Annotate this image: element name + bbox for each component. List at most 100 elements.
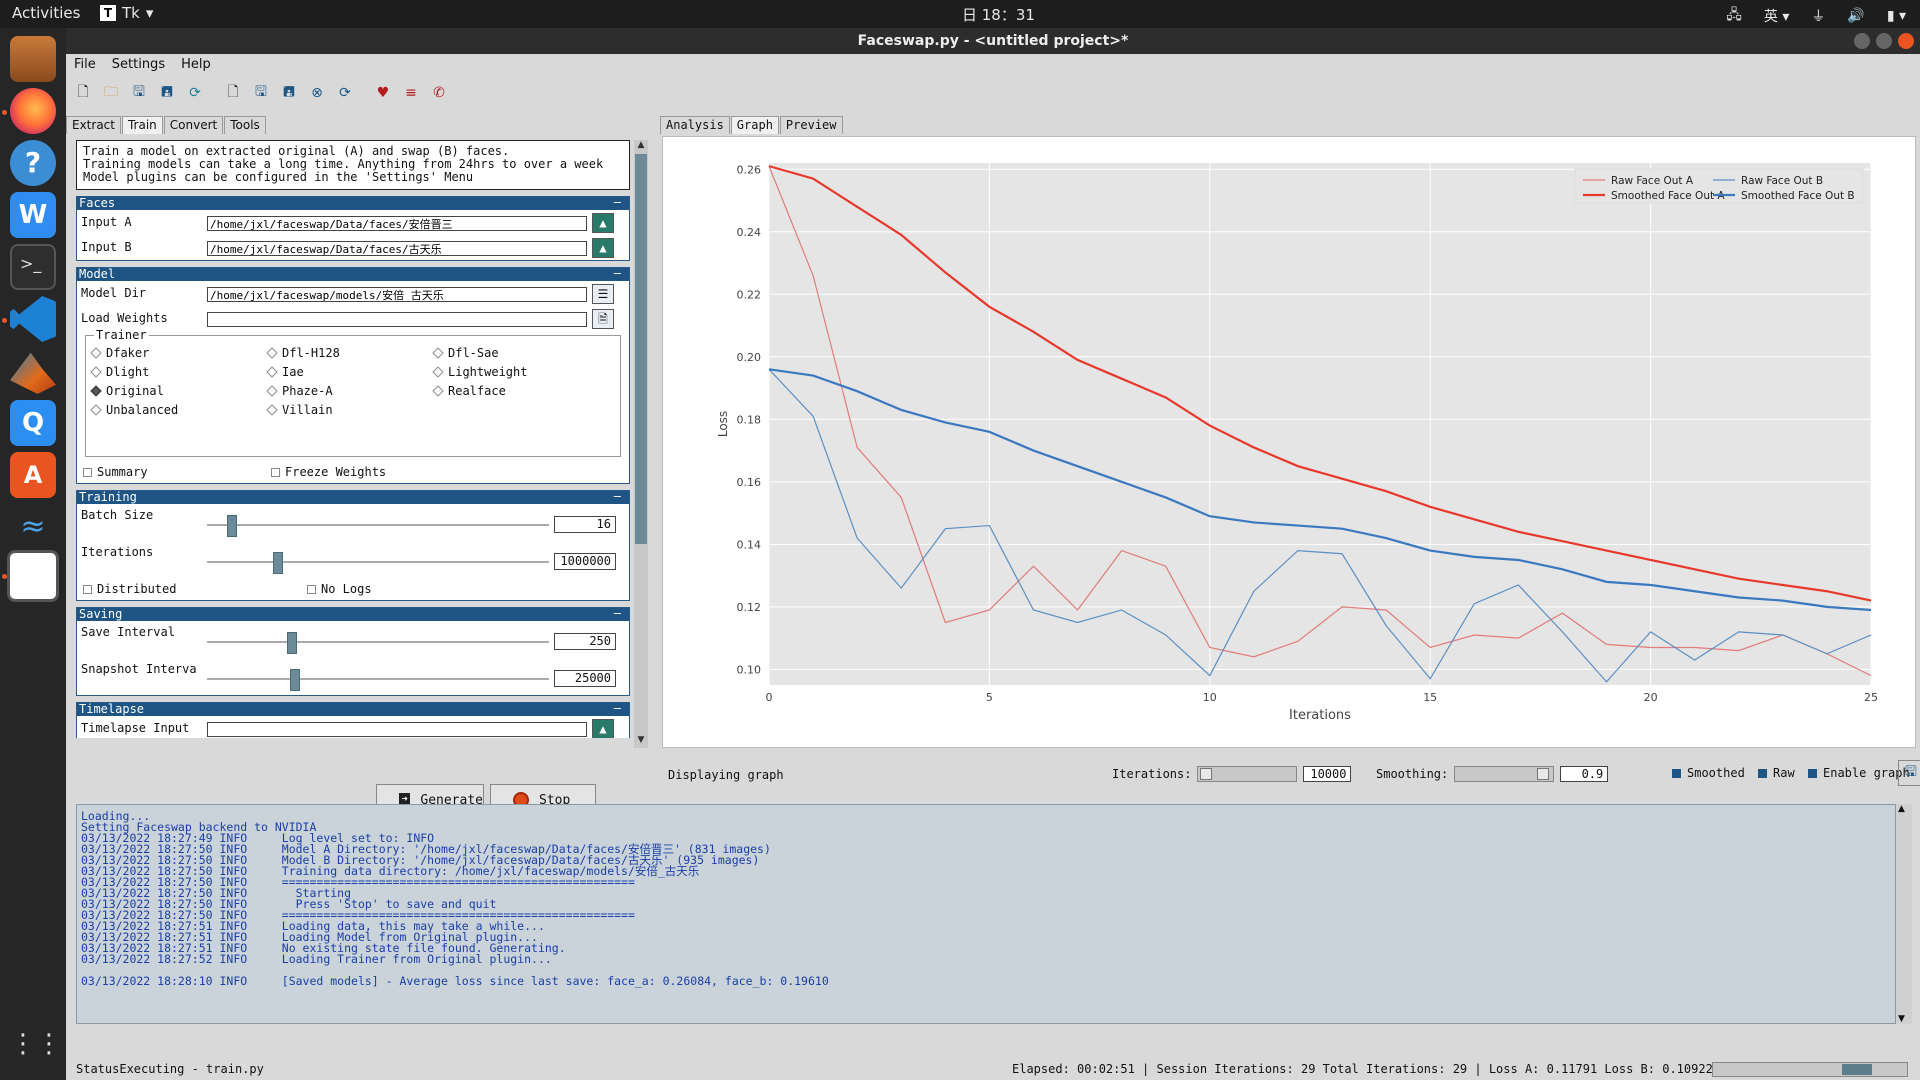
reload-project-icon[interactable]: ⟳: [182, 80, 208, 106]
tab-graph[interactable]: Graph: [730, 116, 779, 134]
save-interval-value[interactable]: 250: [554, 633, 616, 650]
trainer-phaze-a[interactable]: Phaze-A: [266, 384, 333, 398]
raw-checkbox[interactable]: Raw: [1758, 766, 1795, 780]
forum-icon[interactable]: ✆: [426, 80, 452, 106]
save-interval-handle[interactable]: [286, 632, 297, 654]
reload-task-icon[interactable]: ⟳: [332, 80, 358, 106]
volume-icon[interactable]: 🔊: [1847, 8, 1864, 24]
scroll-up-icon[interactable]: ▲: [1898, 804, 1905, 814]
trainer-realface[interactable]: Realface: [432, 384, 506, 398]
file-icon[interactable]: 🗎: [592, 309, 614, 329]
snapshot-interval-handle[interactable]: [290, 669, 300, 691]
firefox-icon[interactable]: [10, 88, 56, 134]
save-project-as-icon[interactable]: 🖪: [154, 80, 180, 106]
iterations-handle[interactable]: [273, 552, 284, 574]
trainer-dfaker[interactable]: Dfaker: [90, 346, 149, 360]
clock[interactable]: 日 18：31: [962, 4, 1035, 25]
timelapse-input-field[interactable]: [207, 722, 587, 737]
tab-preview[interactable]: Preview: [779, 116, 843, 134]
save-graph-icon[interactable]: 🖫: [1898, 760, 1920, 786]
snapshot-interval-slider[interactable]: [207, 678, 549, 680]
help-icon[interactable]: ?: [10, 140, 56, 186]
new-task-icon[interactable]: 🗋: [220, 80, 246, 106]
collapse-icon[interactable]: –: [614, 702, 621, 715]
collapse-icon[interactable]: –: [614, 490, 621, 503]
iterations-value[interactable]: 10000: [1303, 766, 1352, 782]
batch-size-handle[interactable]: [226, 515, 237, 537]
iterations-handle[interactable]: [1200, 768, 1213, 780]
input-method[interactable]: 英 ▾: [1764, 6, 1789, 26]
software-icon[interactable]: A: [10, 452, 56, 498]
matlab-icon[interactable]: [10, 352, 56, 394]
scroll-down-icon[interactable]: ▼: [634, 735, 648, 748]
menu-file[interactable]: File: [74, 54, 96, 76]
tab-extract[interactable]: Extract: [66, 116, 121, 134]
freeze-weights-checkbox[interactable]: Freeze Weights: [271, 465, 386, 479]
enable-graph-checkbox[interactable]: Enable graph: [1808, 766, 1910, 780]
snapshot-interval-value[interactable]: 25000: [554, 670, 616, 687]
tab-tools[interactable]: Tools: [224, 116, 266, 134]
trainer-lightweight[interactable]: Lightweight: [432, 365, 527, 379]
app-menu[interactable]: T Tk ▾: [100, 4, 153, 22]
battery-icon[interactable]: ▮ ▾: [1887, 8, 1906, 24]
trainer-dfl-h128[interactable]: Dfl-H128: [266, 346, 340, 360]
no-logs-checkbox[interactable]: No Logs: [307, 582, 372, 596]
tab-convert[interactable]: Convert: [163, 116, 224, 134]
console-scrollbar[interactable]: ▲ ▼: [1896, 804, 1912, 1024]
apps-grid-icon[interactable]: ⋮⋮⋮: [10, 1024, 88, 1070]
new-project-icon[interactable]: 🗋: [70, 80, 96, 106]
smoothing-slider[interactable]: [1454, 766, 1555, 782]
smoothing-handle[interactable]: [1537, 768, 1550, 780]
trainer-dfl-sae[interactable]: Dfl-Sae: [432, 346, 499, 360]
input-b-field[interactable]: [207, 241, 587, 256]
smoothed-checkbox[interactable]: Smoothed: [1672, 766, 1745, 780]
maximize-button[interactable]: [1876, 33, 1892, 49]
batch-size-slider[interactable]: [207, 524, 549, 526]
model-dir-field[interactable]: [207, 287, 587, 302]
collapse-icon[interactable]: –: [614, 267, 621, 280]
iterations-slider[interactable]: [207, 561, 549, 563]
qq-icon[interactable]: Q: [10, 400, 56, 446]
trainer-dlight[interactable]: Dlight: [90, 365, 149, 379]
scroll-down-icon[interactable]: ▼: [1898, 1014, 1905, 1024]
close-button[interactable]: [1898, 33, 1914, 49]
scrollbar-thumb[interactable]: [635, 154, 647, 544]
save-task-as-icon[interactable]: 🖪: [276, 80, 302, 106]
remote-icon[interactable]: 🖧: [1726, 4, 1742, 28]
vscode-icon[interactable]: [10, 296, 56, 342]
title-bar[interactable]: Faceswap.py - <untitled project>*: [66, 28, 1920, 54]
trainer-original[interactable]: Original: [90, 384, 164, 398]
wifi-icon[interactable]: ⏚: [1811, 6, 1825, 26]
tab-analysis[interactable]: Analysis: [660, 116, 730, 134]
faceswap-icon[interactable]: [7, 550, 59, 602]
options-scrollbar[interactable]: ▲ ▼: [634, 140, 648, 748]
open-project-icon[interactable]: 🗀: [98, 80, 124, 106]
smoothing-value[interactable]: 0.9: [1560, 766, 1609, 782]
trainer-unbalanced[interactable]: Unbalanced: [90, 403, 178, 417]
iterations-value[interactable]: 1000000: [554, 553, 616, 570]
clear-task-icon[interactable]: ⊗: [304, 80, 330, 106]
save-task-icon[interactable]: 🖫: [248, 80, 274, 106]
input-a-field[interactable]: [207, 216, 587, 231]
files-icon[interactable]: [10, 36, 56, 82]
iterations-slider[interactable]: [1197, 766, 1298, 782]
summary-checkbox[interactable]: Summary: [83, 465, 148, 479]
tab-train[interactable]: Train: [121, 116, 163, 134]
folder-icon[interactable]: ☰: [592, 284, 614, 304]
save-project-icon[interactable]: 🖫: [126, 80, 152, 106]
kali-icon[interactable]: ≈: [10, 504, 56, 550]
collapse-icon[interactable]: –: [614, 196, 621, 209]
collapse-icon[interactable]: –: [614, 607, 621, 620]
trainer-iae[interactable]: Iae: [266, 365, 304, 379]
menu-help[interactable]: Help: [181, 54, 211, 76]
batch-size-value[interactable]: 16: [554, 516, 616, 533]
terminal-icon[interactable]: >_: [10, 244, 56, 290]
console-output[interactable]: Loading... Setting Faceswap backend to NV…: [76, 804, 1896, 1024]
image-folder-icon[interactable]: ▲: [592, 719, 614, 738]
donate-icon[interactable]: ♥: [370, 80, 396, 106]
minimize-button[interactable]: [1854, 33, 1870, 49]
github-icon[interactable]: ≡: [398, 80, 424, 106]
distributed-checkbox[interactable]: Distributed: [83, 582, 176, 596]
save-interval-slider[interactable]: [207, 641, 549, 643]
image-folder-icon[interactable]: ▲: [592, 238, 614, 258]
